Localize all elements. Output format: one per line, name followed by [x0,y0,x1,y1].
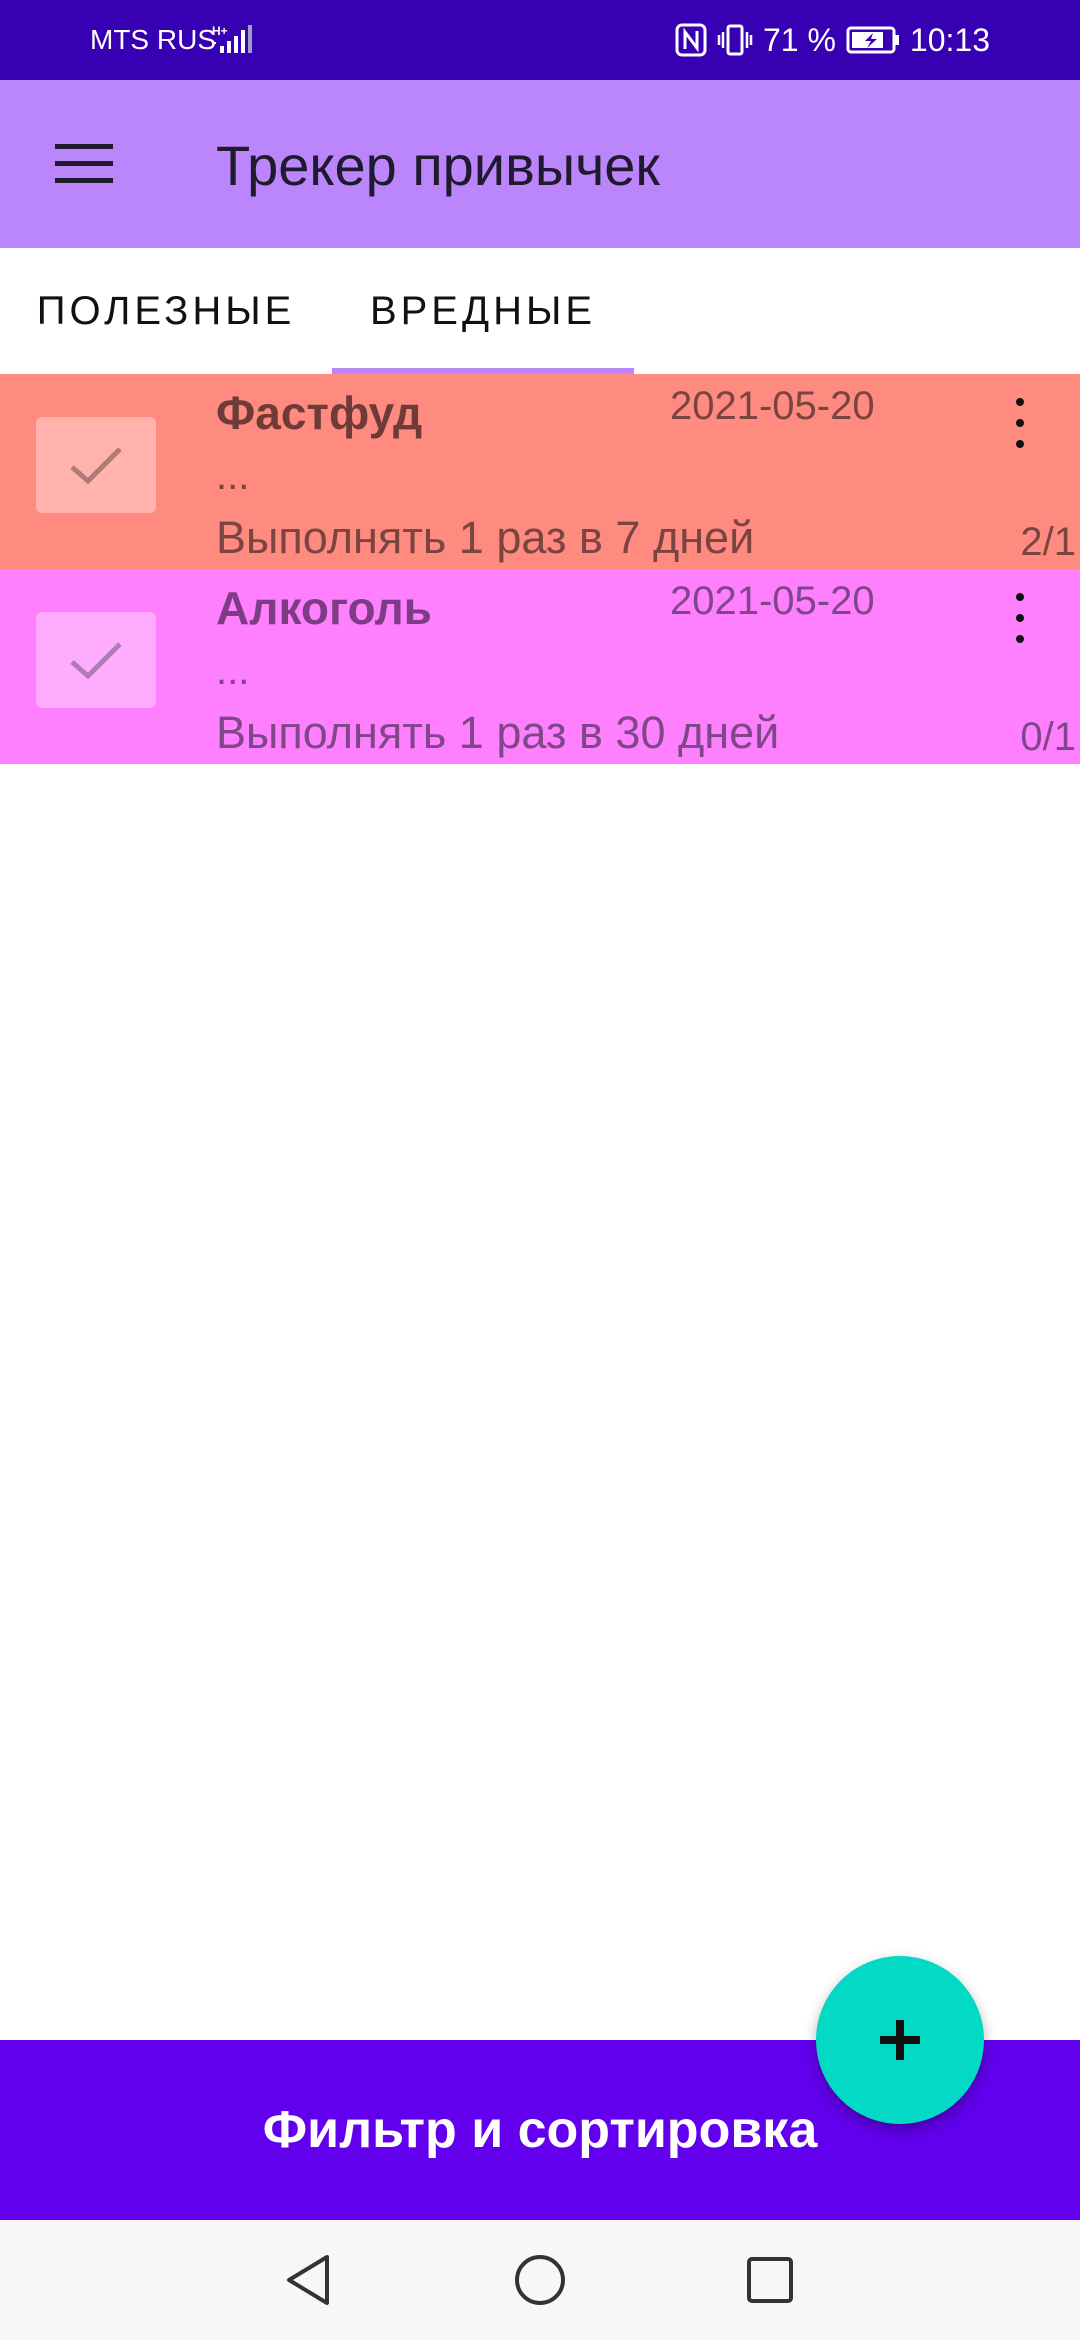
network-type-label: H+ [212,24,228,38]
habit-description: ... [216,454,250,498]
signal-strength-icon: H+ [212,24,252,53]
carrier-name: MTS RUS [90,24,216,55]
system-navigation-bar [0,2220,1080,2340]
plus-icon [880,2020,920,2060]
home-circle-icon [515,2255,565,2305]
more-vert-icon [1016,593,1024,601]
habit-complete-button[interactable] [36,417,156,513]
checkmark-icon [70,447,122,485]
habit-complete-button[interactable] [36,612,156,708]
habit-card[interactable]: Фастфуд 2021-05-20 ... Выполнять 1 раз в… [0,374,1080,569]
checkmark-icon [70,642,122,680]
more-options-button[interactable] [1000,390,1040,456]
add-habit-button[interactable] [816,1956,984,2124]
recents-square-icon [747,2257,793,2303]
tab-bar: ПОЛЕЗНЫЕ ВРЕДНЫЕ [0,248,1080,374]
clock: 10:13 [909,21,990,58]
habit-card[interactable]: Алкоголь 2021-05-20 ... Выполнять 1 раз … [0,569,1080,764]
habit-frequency: Выполнять 1 раз в 30 дней [216,707,780,758]
habit-frequency: Выполнять 1 раз в 7 дней [216,512,755,563]
menu-button[interactable] [44,128,124,200]
status-bar: MTS RUS H+ 71 % 10:13 [0,0,1080,80]
back-triangle-icon [287,2255,329,2305]
habit-date: 2021-05-20 [670,579,875,623]
battery-percent: 71 % [762,21,836,58]
nav-recents-button[interactable] [740,2250,800,2310]
nav-back-button[interactable] [278,2250,338,2310]
vibrate-icon [717,24,753,56]
more-vert-icon [1016,398,1024,406]
habit-title: Алкоголь [216,582,432,634]
habit-date: 2021-05-20 [670,384,875,428]
nfc-icon [675,23,707,57]
app-bar: Трекер привычек [0,80,1080,248]
battery-charging-icon [846,26,899,54]
hamburger-menu-icon [55,144,113,183]
habit-title: Фастфуд [216,387,423,439]
page-title: Трекер привычек [216,134,660,197]
tab-useful[interactable]: ПОЛЕЗНЫЕ [0,248,332,374]
habit-progress-count: 2/1 [1020,520,1076,564]
tab-harmful[interactable]: ВРЕДНЫЕ [332,248,634,374]
habit-progress-count: 0/1 [1020,715,1076,759]
habit-description: ... [216,649,250,693]
nav-home-button[interactable] [510,2250,570,2310]
more-options-button[interactable] [1000,585,1040,651]
